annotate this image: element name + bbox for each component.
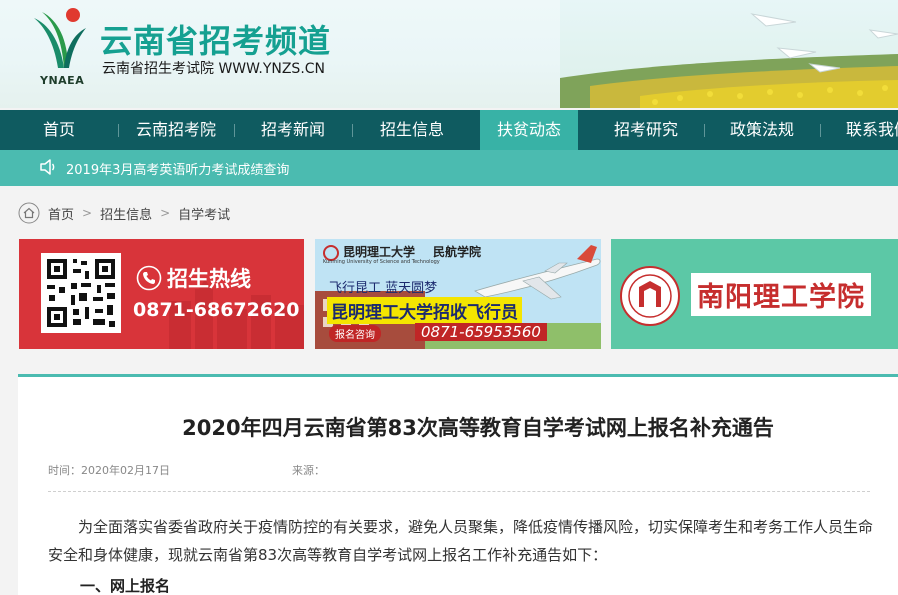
nanyang-institute-banner[interactable]: 南阳理工学院 [611, 239, 898, 349]
speaker-icon [40, 159, 55, 175]
home-icon [18, 202, 40, 224]
kust-phone: 0871-65953560 [415, 323, 547, 341]
site-subtitle: 云南省招生考试院 WWW.YNZS.CN [102, 61, 326, 77]
header-scenery-image [560, 0, 898, 108]
nav-item-policy[interactable]: 政策法规 [704, 110, 820, 150]
phone-icon [136, 265, 162, 291]
section-heading: 一、网上报名 [80, 577, 171, 595]
article-panel: 2020年四月云南省第83次高等教育自学考试网上报名补充通告 时间：2020年0… [18, 374, 898, 595]
nav-item-research[interactable]: 招考研究 [588, 110, 704, 150]
breadcrumb-admission-info[interactable]: 招生信息 [100, 204, 152, 223]
site-header: YNAEA 云南省招考频道 云南省招生考试院 WWW.YNZS.CN [0, 0, 898, 108]
article-time: 时间：2020年02月17日 [48, 464, 170, 477]
nav-divider [820, 124, 821, 137]
nav-item-contact[interactable]: 联系我们 [822, 110, 898, 150]
breadcrumb-self-study-exam[interactable]: 自学考试 [178, 204, 230, 223]
nav-item-news[interactable]: 招考新闻 [234, 110, 352, 150]
qr-code-icon [41, 253, 121, 333]
site-title[interactable]: 云南省招考频道 [100, 16, 331, 62]
kust-school-en: Kunming University of Science and Techno… [323, 259, 440, 265]
article-title: 2020年四月云南省第83次高等教育自学考试网上报名补充通告 [182, 416, 774, 440]
article-paragraph: 为全面落实省委省政府关于疫情防控的有关要求，避免人员聚集，降低疫情传播风险，切实… [48, 518, 874, 564]
nav-item-poverty-alleviation[interactable]: 扶贫动态 [480, 110, 578, 150]
breadcrumb-home[interactable]: 首页 [48, 204, 74, 223]
kust-slogan: 飞行昆工 蓝天圆梦 [329, 281, 438, 296]
nav-item-exam-institute[interactable]: 云南招考院 [118, 110, 234, 150]
chevron-right-icon: > [160, 206, 171, 220]
ynaea-logo-icon[interactable] [28, 6, 90, 78]
hotline-title: 招生热线 [167, 267, 251, 291]
kust-college-name: 民航学院 [433, 245, 482, 259]
nav-item-admission-info[interactable]: 招生信息 [352, 110, 472, 150]
notice-link[interactable]: 2019年3月高考英语听力考试成绩查询 [66, 159, 289, 178]
hotline-phone: 0871-68672620 [133, 299, 300, 321]
hotline-banner[interactable]: 招生热线 0871-68672620 [19, 239, 304, 349]
nanyang-name: 南阳理工学院 [691, 273, 871, 316]
article-meta: 时间：2020年02月17日 来源： [48, 462, 325, 478]
kust-pilot-banner[interactable]: 昆明理工大学 民航学院 Kunming University of Scienc… [315, 239, 601, 349]
divider [48, 491, 870, 492]
logo-text: YNAEA [40, 74, 85, 87]
breadcrumb: 首页 > 招生信息 > 自学考试 [18, 202, 230, 224]
kust-consult-badge: 报名咨询 [329, 325, 381, 342]
kust-school-name: 昆明理工大学 [343, 245, 416, 259]
article-source: 来源： [292, 464, 325, 477]
notice-bar: 2019年3月高考英语听力考试成绩查询 [0, 150, 898, 186]
chevron-right-icon: > [82, 206, 93, 220]
kust-headline: 昆明理工大学招收飞行员 [327, 297, 522, 324]
main-nav: 首页 云南招考院 招考新闻 招生信息 扶贫动态 招考研究 政策法规 联系我们 [0, 110, 898, 150]
nanyang-emblem-icon [620, 266, 680, 326]
nav-item-home[interactable]: 首页 [0, 110, 118, 150]
